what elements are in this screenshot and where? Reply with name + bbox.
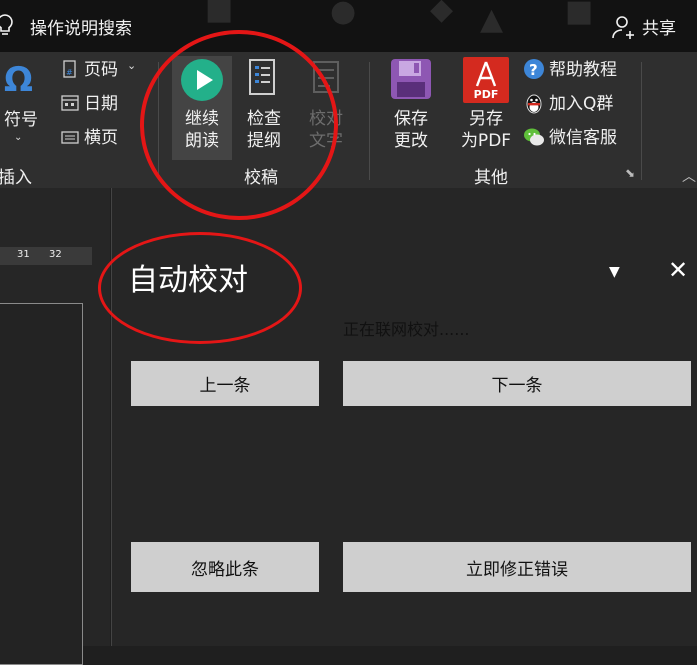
title-bar: 操作说明搜索 ■ ● ◆ ▲ ■ 共享 bbox=[0, 0, 697, 52]
group-label-other: 其他 bbox=[474, 168, 508, 188]
group-separator bbox=[641, 62, 642, 180]
decor-icon: ● bbox=[330, 0, 357, 29]
page-number-button[interactable]: 页码 bbox=[84, 59, 118, 81]
ignore-button[interactable]: 忽略此条 bbox=[131, 542, 319, 592]
close-icon[interactable]: ✕ bbox=[668, 256, 688, 284]
decor-icon: ◆ bbox=[430, 0, 454, 27]
group-label-insert: 插入 bbox=[0, 168, 32, 188]
calendar-icon bbox=[61, 95, 79, 111]
ruler-tick: 31 bbox=[17, 249, 30, 260]
chevron-down-icon[interactable]: ⌄ bbox=[127, 59, 136, 72]
annotation-circle bbox=[98, 232, 302, 344]
landscape-button[interactable]: 横页 bbox=[84, 127, 118, 149]
share-button[interactable]: 共享 bbox=[642, 14, 676, 39]
page-number-icon: # bbox=[63, 60, 76, 78]
lightbulb-icon bbox=[0, 14, 13, 35]
dialog-launcher-icon[interactable]: ⬊ bbox=[625, 166, 635, 180]
wechat-service-button[interactable]: 微信客服 bbox=[549, 127, 617, 149]
decor-icon: ▲ bbox=[480, 2, 504, 37]
join-qq-button[interactable]: 加入Q群 bbox=[549, 93, 613, 115]
save-changes-button[interactable]: 保存 更改 bbox=[381, 108, 441, 152]
svg-text:?: ? bbox=[529, 61, 538, 79]
save-as-pdf-button[interactable]: 另存 为PDF bbox=[455, 108, 517, 152]
landscape-page-icon bbox=[61, 131, 79, 144]
next-button[interactable]: 下一条 bbox=[343, 361, 691, 406]
person-icon[interactable] bbox=[612, 15, 636, 39]
chevron-up-icon[interactable]: ︿ bbox=[682, 166, 696, 186]
search-label[interactable]: 操作说明搜索 bbox=[30, 14, 132, 39]
ruler-tick: 32 bbox=[49, 249, 62, 260]
status-text: 正在联网校对...... bbox=[343, 316, 470, 340]
omega-icon: Ω bbox=[4, 60, 33, 100]
pdf-badge: PDF bbox=[473, 88, 499, 101]
svg-text:#: # bbox=[66, 68, 73, 77]
save-icon bbox=[391, 59, 431, 99]
pane-options-icon[interactable]: ▼ bbox=[609, 264, 620, 280]
group-separator bbox=[369, 62, 370, 180]
help-icon: ? bbox=[524, 59, 544, 79]
wechat-icon bbox=[524, 128, 544, 146]
decor-icon: ■ bbox=[205, 0, 234, 27]
date-button[interactable]: 日期 bbox=[84, 93, 118, 115]
chevron-down-icon[interactable]: ⌄ bbox=[14, 132, 22, 143]
decor-icon: ■ bbox=[565, 0, 594, 29]
horizontal-ruler: 31 32 bbox=[0, 247, 92, 265]
annotation-circle bbox=[140, 30, 338, 220]
help-tutorial-button[interactable]: 帮助教程 bbox=[549, 59, 617, 81]
fix-error-button[interactable]: 立即修正错误 bbox=[343, 542, 691, 592]
previous-button[interactable]: 上一条 bbox=[131, 361, 319, 406]
document-page[interactable] bbox=[0, 303, 83, 665]
symbol-button[interactable]: 符号 bbox=[4, 109, 38, 131]
qq-penguin-icon bbox=[526, 94, 542, 114]
